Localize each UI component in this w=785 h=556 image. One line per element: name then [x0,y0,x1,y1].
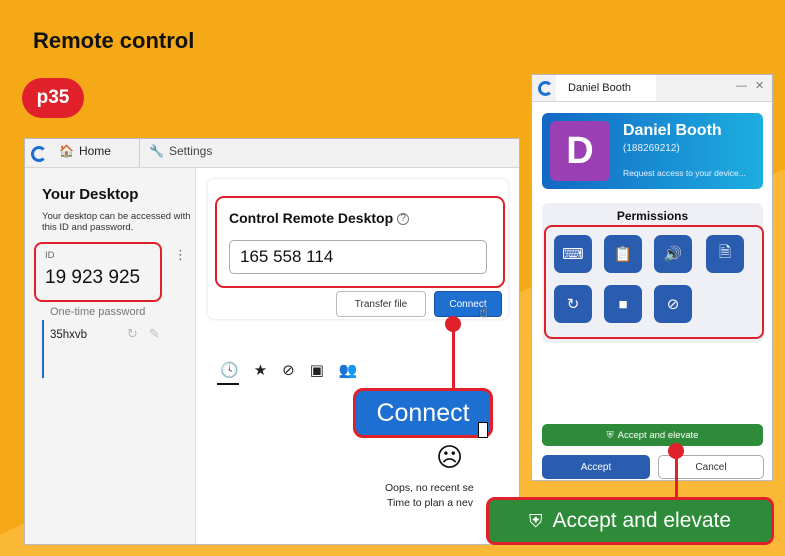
app-logo-icon [31,146,47,162]
empty-message-line2: Time to plan a nev [387,497,473,509]
empty-message-line1: Oops, no recent se [385,482,474,494]
close-icon[interactable]: ✕ [755,79,764,92]
page-title: Remote control [33,28,195,53]
recents-tabs: 🕓 ★ ⊘ ▣ 👥 [220,361,358,379]
page-ref-badge: p35 [22,78,84,118]
accept-button[interactable]: Accept [542,455,650,479]
main-window: 🏠 Home 🔧 Settings Your Desktop Your desk… [24,138,520,545]
shield-icon: ⛨ [606,429,614,441]
tab-settings-label: Settings [168,144,213,158]
sidebar-description: Your desktop can be accessed with this I… [42,211,191,233]
wrench-icon: 🔧 [149,144,164,158]
transfer-file-button[interactable]: Transfer file [336,291,426,317]
compass-icon[interactable]: ⊘ [282,361,295,379]
hand-cursor-icon: ☝ [479,304,489,321]
prompt-titlebar: Daniel Booth — ✕ [532,75,772,102]
shield-icon: ⛨ [528,510,543,531]
tab-divider [139,139,140,167]
contact-icon[interactable]: ▣ [310,361,324,379]
control-title-label: Control Remote Desktop [229,210,394,226]
request-text: Request access to your device... [623,168,746,178]
accept-elevate-label: Accept and elevate [617,429,699,441]
sidebar-title: Your Desktop [42,186,139,203]
tab-settings[interactable]: 🔧 Settings [149,144,212,158]
refresh-icon[interactable]: ↻ [127,326,138,342]
sound-permission-icon[interactable]: 🔊 [654,235,692,273]
tab-bar: 🏠 Home 🔧 Settings [25,139,519,168]
tab-home[interactable]: 🏠 Home [59,144,111,158]
connect-callout-button: Connect [353,388,493,438]
id-highlight-box: ID 19 923 925 [34,242,162,302]
access-prompt-window: Daniel Booth — ✕ D Daniel Booth (1882692… [531,74,773,481]
keyboard-permission-icon[interactable]: ⌨ [554,235,592,273]
prompt-tab[interactable]: Daniel Booth [556,75,656,101]
star-icon[interactable]: ★ [254,361,267,379]
clock-icon[interactable]: 🕓 [220,361,239,379]
control-remote-box: Control Remote Desktop? 165 558 114 [215,196,505,288]
connect-callout-line [452,323,455,393]
remote-id-input[interactable]: 165 558 114 [229,240,487,274]
clipboard-permission-icon[interactable]: 📋 [604,235,642,273]
recents-tab-underline [217,383,239,385]
app-logo-icon [538,81,553,96]
id-value[interactable]: 19 923 925 [45,267,140,289]
elevate-callout-button: ⛨ Accept and elevate [486,497,774,545]
help-icon[interactable]: ? [397,213,410,226]
accept-elevate-button[interactable]: ⛨ Accept and elevate [542,424,763,446]
page: Remote control p35 🏠 Home 🔧 Settings You… [0,0,785,556]
file-permission-icon[interactable]: 🗎 [706,235,744,273]
permissions-title: Permissions [616,209,689,223]
minimize-icon[interactable]: — [736,80,747,92]
avatar: D [550,121,610,181]
elevate-callout-dot [668,443,684,459]
id-label: ID [45,250,55,261]
restart-permission-icon[interactable]: ↻ [554,285,592,323]
people-icon[interactable]: 👥 [339,361,358,379]
elevate-callout-label: Accept and elevate [552,509,732,532]
otp-value[interactable]: 35hxvb [50,329,87,341]
edit-icon[interactable]: ✎ [149,326,160,342]
user-card: D Daniel Booth (188269212) Request acces… [542,113,763,189]
more-options-icon[interactable]: ⋮ [174,247,187,263]
otp-label: One-time password [50,306,146,318]
camera-permission-icon[interactable]: ■ [604,285,642,323]
control-title: Control Remote Desktop? [229,210,410,226]
text-cursor-icon [478,422,488,438]
connect-callout-dot [445,316,461,332]
user-id: (188269212) [623,143,680,154]
connect-button[interactable]: Connect [434,291,502,317]
permissions-highlight-box: ⌨ 📋 🔊 🗎 ↻ ■ ⊘ [544,225,764,339]
tab-home-label: Home [78,144,111,158]
sidebar: Your Desktop Your desktop can be accesse… [25,168,196,544]
sad-face-icon: ☹ [436,442,464,472]
user-name: Daniel Booth [623,122,722,139]
home-icon: 🏠 [59,144,74,158]
otp-accent-bar [42,320,44,378]
block-input-permission-icon[interactable]: ⊘ [654,285,692,323]
